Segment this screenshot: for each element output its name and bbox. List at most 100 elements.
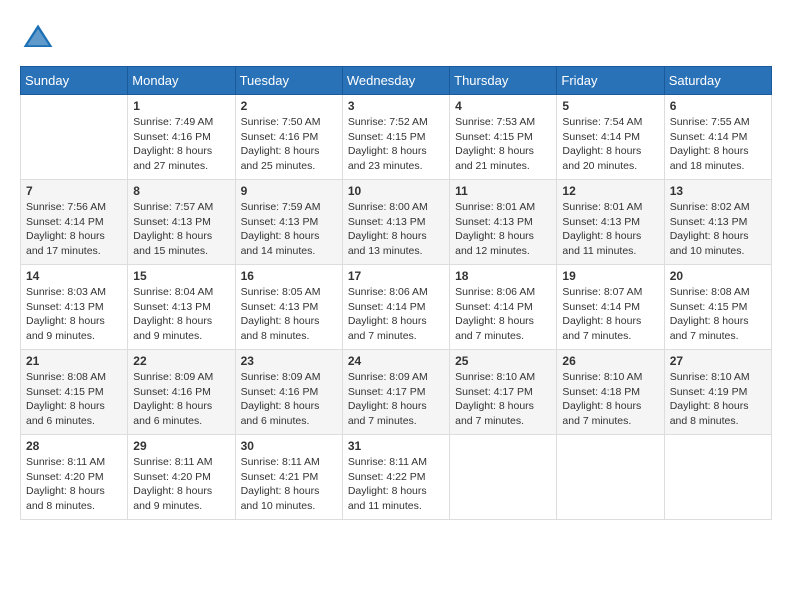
sunset-label: Sunset: 4:16 PM bbox=[241, 131, 319, 143]
sunrise-label: Sunrise: 8:03 AM bbox=[26, 286, 106, 298]
day-info: Sunrise: 8:02 AMSunset: 4:13 PMDaylight:… bbox=[670, 200, 766, 259]
calendar-cell: 1Sunrise: 7:49 AMSunset: 4:16 PMDaylight… bbox=[128, 95, 235, 180]
daylight-label: Daylight: 8 hours and 10 minutes. bbox=[670, 230, 749, 257]
day-info: Sunrise: 8:11 AMSunset: 4:20 PMDaylight:… bbox=[26, 455, 122, 514]
daylight-label: Daylight: 8 hours and 7 minutes. bbox=[670, 315, 749, 342]
day-number: 19 bbox=[562, 269, 658, 283]
sunset-label: Sunset: 4:16 PM bbox=[241, 386, 319, 398]
weekday-header-wednesday: Wednesday bbox=[342, 67, 449, 95]
day-info: Sunrise: 7:50 AM Sunset: 4:16 PM Daylight:… bbox=[241, 115, 337, 174]
sunrise-label: Sunrise: 7:57 AM bbox=[133, 201, 213, 213]
calendar-cell: 6Sunrise: 7:55 AMSunset: 4:14 PMDaylight… bbox=[664, 95, 771, 180]
sunrise-label: Sunrise: 8:01 AM bbox=[562, 201, 642, 213]
day-number: 31 bbox=[348, 439, 444, 453]
sunrise-label: Sunrise: 8:09 AM bbox=[133, 371, 213, 383]
day-number: 7 bbox=[26, 184, 122, 198]
weekday-header-monday: Monday bbox=[128, 67, 235, 95]
calendar-cell: 24Sunrise: 8:09 AMSunset: 4:17 PMDayligh… bbox=[342, 350, 449, 435]
calendar-cell: 15Sunrise: 8:04 AMSunset: 4:13 PMDayligh… bbox=[128, 265, 235, 350]
daylight-label: Daylight: 8 hours and 17 minutes. bbox=[26, 230, 105, 257]
page-header bbox=[20, 20, 772, 56]
calendar-cell: 7 Sunrise: 7:56 AMSunset: 4:14 PMDaylight… bbox=[21, 180, 128, 265]
calendar-cell: 18Sunrise: 8:06 AMSunset: 4:14 PMDayligh… bbox=[450, 265, 557, 350]
sunrise-label: Sunrise: 8:04 AM bbox=[133, 286, 213, 298]
sunrise-label: Sunrise: 8:02 AM bbox=[670, 201, 750, 213]
sunset-label: Sunset: 4:13 PM bbox=[241, 216, 319, 228]
calendar-week-row: 7 Sunrise: 7:56 AMSunset: 4:14 PMDaylight… bbox=[21, 180, 772, 265]
day-info: Sunrise: 8:05 AMSunset: 4:13 PMDaylight:… bbox=[241, 285, 337, 344]
sunrise-label: Sunrise: 8:10 AM bbox=[562, 371, 642, 383]
day-number: 20 bbox=[670, 269, 766, 283]
sunset-label: Sunset: 4:13 PM bbox=[241, 301, 319, 313]
calendar-week-row: 28Sunrise: 8:11 AMSunset: 4:20 PMDayligh… bbox=[21, 435, 772, 520]
sunrise-label: Sunrise: 8:01 AM bbox=[455, 201, 535, 213]
day-info: Sunrise: 8:08 AMSunset: 4:15 PMDaylight:… bbox=[26, 370, 122, 429]
sunset-label: Sunset: 4:14 PM bbox=[348, 301, 426, 313]
sunset-label: Sunset: 4:13 PM bbox=[26, 301, 104, 313]
logo bbox=[20, 20, 60, 56]
day-number: 1 bbox=[133, 99, 229, 113]
calendar-week-row: 14Sunrise: 8:03 AMSunset: 4:13 PMDayligh… bbox=[21, 265, 772, 350]
daylight-label: Daylight: 8 hours and 23 minutes. bbox=[348, 145, 427, 172]
calendar-cell: 10Sunrise: 8:00 AMSunset: 4:13 PMDayligh… bbox=[342, 180, 449, 265]
day-info: Sunrise: 8:01 AM Sunset: 4:13 PM Daylight:… bbox=[455, 200, 551, 259]
calendar-cell: 27Sunrise: 8:10 AMSunset: 4:19 PMDayligh… bbox=[664, 350, 771, 435]
day-number: 26 bbox=[562, 354, 658, 368]
day-number: 8 bbox=[133, 184, 229, 198]
daylight-label: Daylight: 8 hours and 7 minutes. bbox=[455, 400, 534, 427]
daylight-label: Daylight: 8 hours and 9 minutes. bbox=[133, 315, 212, 342]
sunset-label: Sunset: 4:14 PM bbox=[562, 301, 640, 313]
daylight-label: Daylight: 8 hours and 8 minutes. bbox=[670, 400, 749, 427]
sunset-label: Sunset: 4:17 PM bbox=[455, 386, 533, 398]
day-number: 25 bbox=[455, 354, 551, 368]
calendar-cell: 11Sunrise: 8:01 AMSunset: 4:13 PMDayligh… bbox=[450, 180, 557, 265]
day-number: 3 bbox=[348, 99, 444, 113]
day-info: Sunrise: 7:53 AMSunset: 4:15 PMDaylight:… bbox=[455, 115, 551, 174]
sunrise-label: Sunrise: 7:52 AM bbox=[348, 116, 428, 128]
weekday-header-saturday: Saturday bbox=[664, 67, 771, 95]
day-number: 16 bbox=[241, 269, 337, 283]
calendar-week-row: 1Sunrise: 7:49 AMSunset: 4:16 PMDaylight… bbox=[21, 95, 772, 180]
sunrise-label: Sunrise: 8:07 AM bbox=[562, 286, 642, 298]
daylight-label: Daylight: 8 hours and 12 minutes. bbox=[455, 230, 534, 257]
daylight-label: Daylight: 8 hours and 25 minutes. bbox=[241, 145, 320, 172]
calendar-cell: 28Sunrise: 8:11 AMSunset: 4:20 PMDayligh… bbox=[21, 435, 128, 520]
sunset-label: Sunset: 4:13 PM bbox=[455, 216, 533, 228]
day-info: Sunrise: 7:57 AMSunset: 4:13 PMDaylight:… bbox=[133, 200, 229, 259]
sunset-label: Sunset: 4:14 PM bbox=[562, 131, 640, 143]
logo-icon bbox=[20, 20, 56, 56]
day-info: Sunrise: 8:09 AMSunset: 4:17 PMDaylight:… bbox=[348, 370, 444, 429]
day-info: Sunrise: 8:11 AMSunset: 4:21 PMDaylight:… bbox=[241, 455, 337, 514]
day-info: Sunrise: 7:52 AM Sunset: 4:15 PM Daylight:… bbox=[348, 115, 444, 174]
sunset-label: Sunset: 4:22 PM bbox=[348, 471, 426, 483]
sunset-label: Sunset: 4:15 PM bbox=[348, 131, 426, 143]
sunset-label: Sunset: 4:14 PM bbox=[670, 131, 748, 143]
day-number: 17 bbox=[348, 269, 444, 283]
sunset-label: Sunset: 4:15 PM bbox=[26, 386, 104, 398]
sunset-label: Sunset: 4:16 PM bbox=[133, 131, 211, 143]
day-info: Sunrise: 8:06 AMSunset: 4:14 PMDaylight:… bbox=[348, 285, 444, 344]
day-number: 18 bbox=[455, 269, 551, 283]
calendar-cell: 8 Sunrise: 7:57 AMSunset: 4:13 PMDaylight… bbox=[128, 180, 235, 265]
sunset-label: Sunset: 4:13 PM bbox=[348, 216, 426, 228]
sunrise-label: Sunrise: 8:11 AM bbox=[241, 456, 320, 468]
daylight-label: Daylight: 8 hours and 11 minutes. bbox=[348, 485, 427, 512]
day-info: Sunrise: 7:56 AMSunset: 4:14 PMDaylight:… bbox=[26, 200, 122, 259]
day-info: Sunrise: 8:11 AMSunset: 4:20 PMDaylight:… bbox=[133, 455, 229, 514]
sunrise-label: Sunrise: 8:08 AM bbox=[26, 371, 106, 383]
day-number: 12 bbox=[562, 184, 658, 198]
sunset-label: Sunset: 4:15 PM bbox=[455, 131, 533, 143]
sunset-label: Sunset: 4:19 PM bbox=[670, 386, 748, 398]
sunrise-label: Sunrise: 8:09 AM bbox=[241, 371, 321, 383]
sunrise-label: Sunrise: 7:53 AM bbox=[455, 116, 535, 128]
sunset-label: Sunset: 4:20 PM bbox=[133, 471, 211, 483]
calendar-cell: 12Sunrise: 8:01 AMSunset: 4:13 PMDayligh… bbox=[557, 180, 664, 265]
day-number: 5 bbox=[562, 99, 658, 113]
sunrise-label: Sunrise: 7:50 AM bbox=[241, 116, 321, 128]
calendar-cell bbox=[450, 435, 557, 520]
sunrise-label: Sunrise: 8:06 AM bbox=[348, 286, 428, 298]
calendar-cell: 4Sunrise: 7:53 AMSunset: 4:15 PMDaylight… bbox=[450, 95, 557, 180]
daylight-label: Daylight: 8 hours and 18 minutes. bbox=[670, 145, 749, 172]
calendar-cell: 20Sunrise: 8:08 AMSunset: 4:15 PMDayligh… bbox=[664, 265, 771, 350]
calendar-cell bbox=[21, 95, 128, 180]
